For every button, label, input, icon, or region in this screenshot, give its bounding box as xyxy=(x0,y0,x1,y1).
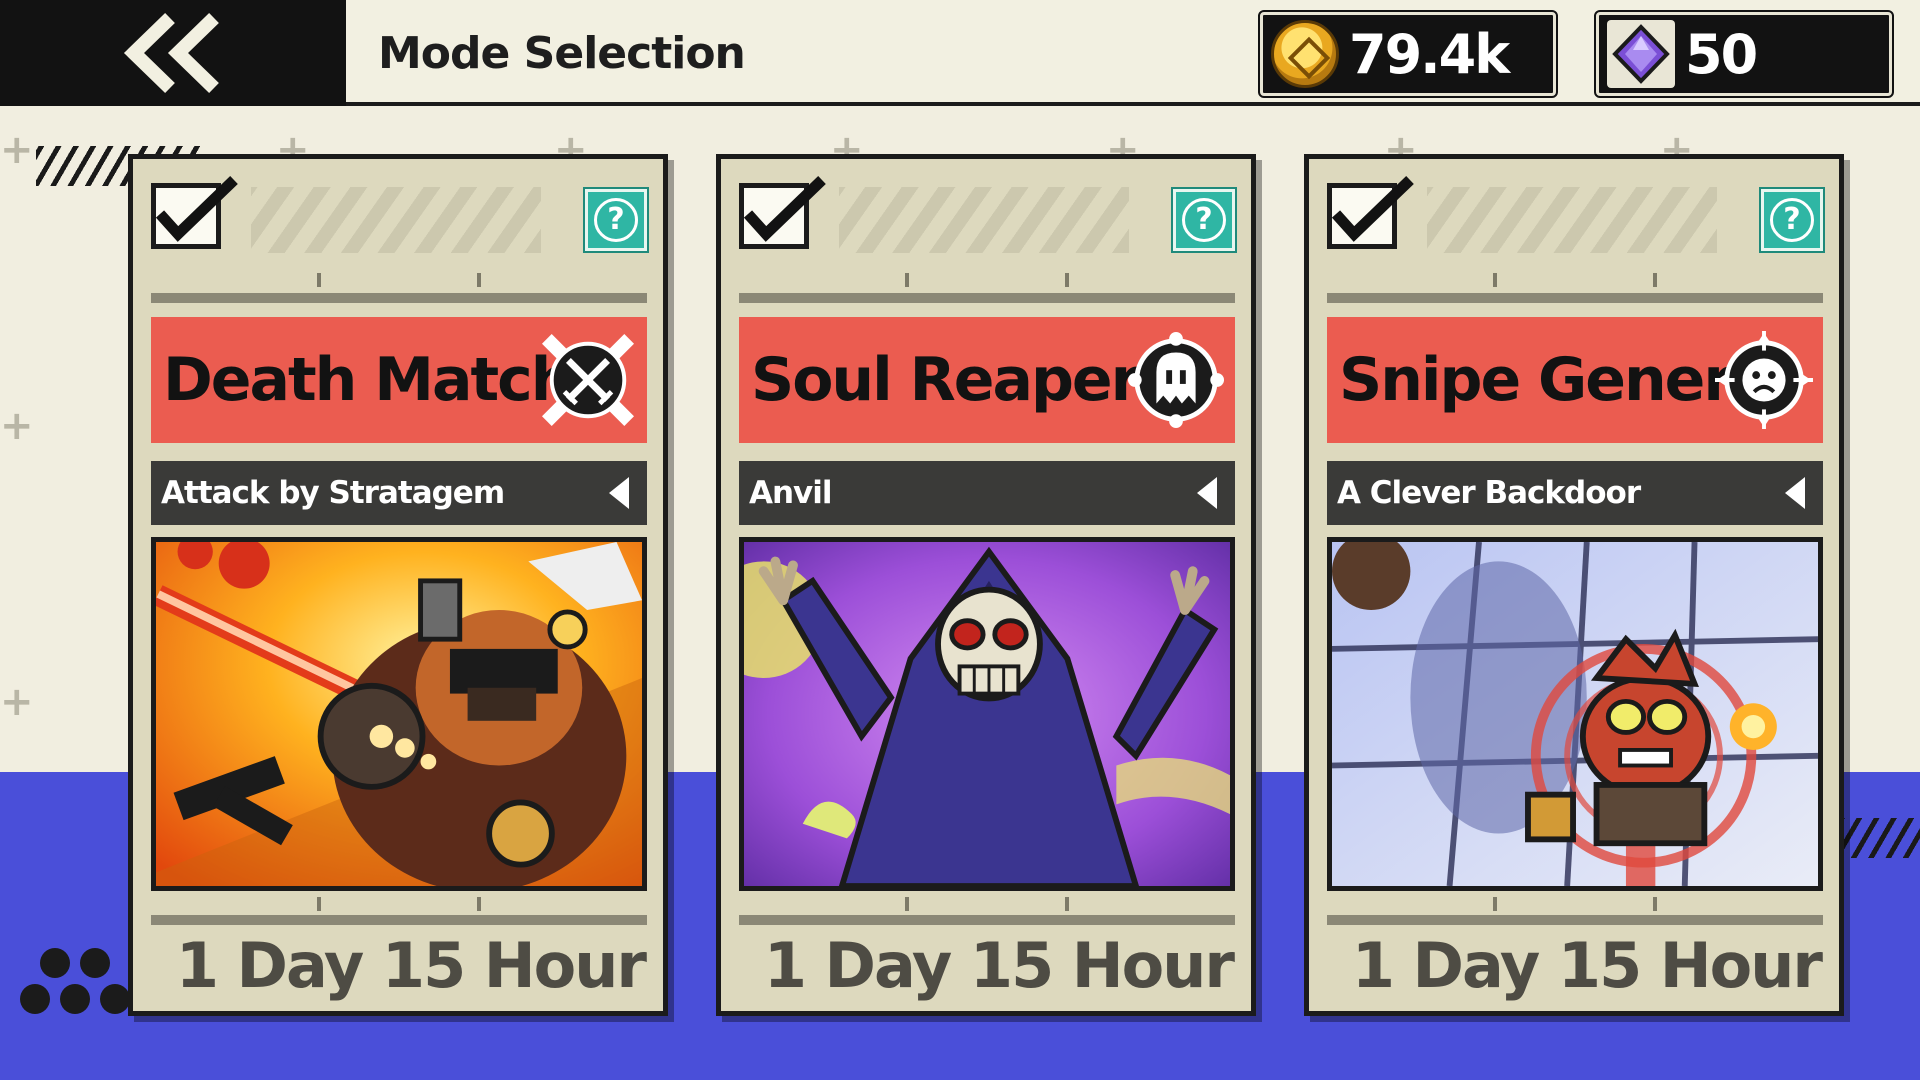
ruler-tick xyxy=(1493,897,1497,911)
hatch-decoration xyxy=(839,187,1129,253)
checkmark-icon xyxy=(155,176,238,242)
mode-name: Soul Reaper xyxy=(751,345,1140,415)
top-bar: Mode Selection 79.4k 50 xyxy=(0,0,1920,106)
plus-decoration: + xyxy=(0,127,34,173)
ruler-tick xyxy=(1065,273,1069,287)
dots-decoration xyxy=(16,948,136,1018)
checkbox[interactable] xyxy=(1327,176,1414,249)
ruler-tick xyxy=(1653,897,1657,911)
question-icon: ? xyxy=(594,198,638,242)
ruler-tick xyxy=(477,897,481,911)
divider xyxy=(1327,293,1823,303)
crossed-swords-icon xyxy=(541,333,635,427)
mode-card-soul-reaper[interactable]: ? Soul Reaper Anvil 1 Day 15 Hour xyxy=(716,154,1256,1016)
mode-banner: Death Match xyxy=(151,317,647,443)
hatch-decoration xyxy=(1427,187,1717,253)
time-remaining: 1 Day 15 Hour xyxy=(1351,929,1823,1002)
plus-decoration: + xyxy=(0,679,34,725)
gem-counter: 50 xyxy=(1594,10,1894,98)
purple-gem-icon xyxy=(1607,20,1675,88)
map-selector[interactable]: Attack by Stratagem xyxy=(151,461,647,525)
gem-value: 50 xyxy=(1685,22,1758,86)
ruler-tick xyxy=(477,273,481,287)
time-remaining: 1 Day 15 Hour xyxy=(763,929,1235,1002)
ruler-tick xyxy=(905,897,909,911)
map-selector[interactable]: A Clever Backdoor xyxy=(1327,461,1823,525)
mode-artwork xyxy=(1327,537,1823,891)
gold-value: 79.4k xyxy=(1349,22,1510,86)
page-title: Mode Selection xyxy=(378,28,746,79)
help-button[interactable]: ? xyxy=(1171,187,1237,253)
ruler-tick xyxy=(317,897,321,911)
help-button[interactable]: ? xyxy=(1759,187,1825,253)
map-name: A Clever Backdoor xyxy=(1337,475,1641,511)
mode-card-snipe-general[interactable]: ? Snipe General A Clever Backdoor 1 Day … xyxy=(1304,154,1844,1016)
mode-banner: Snipe General xyxy=(1327,317,1823,443)
divider xyxy=(151,293,647,303)
mode-name: Death Match xyxy=(163,345,573,415)
checkmark-icon xyxy=(743,176,826,242)
ruler-tick xyxy=(1653,273,1657,287)
ruler-tick xyxy=(1493,273,1497,287)
gold-counter: 79.4k xyxy=(1258,10,1558,98)
mode-banner: Soul Reaper xyxy=(739,317,1235,443)
ruler-tick xyxy=(317,273,321,287)
divider xyxy=(151,915,647,925)
back-button[interactable] xyxy=(0,0,346,106)
divider xyxy=(739,293,1235,303)
ruler-tick xyxy=(1065,897,1069,911)
time-remaining: 1 Day 15 Hour xyxy=(175,929,647,1002)
map-name: Anvil xyxy=(749,475,833,511)
arrow-left-icon xyxy=(609,477,629,509)
arrow-left-icon xyxy=(1785,477,1805,509)
gold-coin-icon xyxy=(1271,20,1339,88)
question-icon: ? xyxy=(1182,198,1226,242)
help-button[interactable]: ? xyxy=(583,187,649,253)
crosshair-face-icon xyxy=(1715,331,1813,429)
mode-artwork xyxy=(739,537,1235,891)
map-selector[interactable]: Anvil xyxy=(739,461,1235,525)
question-icon: ? xyxy=(1770,198,1814,242)
mode-card-death-match[interactable]: ? Death Match Attack by Stratagem 1 Day … xyxy=(128,154,668,1016)
plus-decoration: + xyxy=(0,403,34,449)
ruler-tick xyxy=(905,273,909,287)
ghost-icon xyxy=(1127,331,1225,429)
arrow-left-icon xyxy=(1197,477,1217,509)
checkmark-icon xyxy=(1331,176,1414,242)
map-name: Attack by Stratagem xyxy=(161,475,505,511)
hatch-decoration xyxy=(251,187,541,253)
mode-artwork xyxy=(151,537,647,891)
double-chevron-left-icon xyxy=(123,12,219,94)
stripes-decoration xyxy=(1832,818,1920,858)
checkbox[interactable] xyxy=(151,176,238,249)
checkbox[interactable] xyxy=(739,176,826,249)
divider xyxy=(1327,915,1823,925)
divider xyxy=(739,915,1235,925)
